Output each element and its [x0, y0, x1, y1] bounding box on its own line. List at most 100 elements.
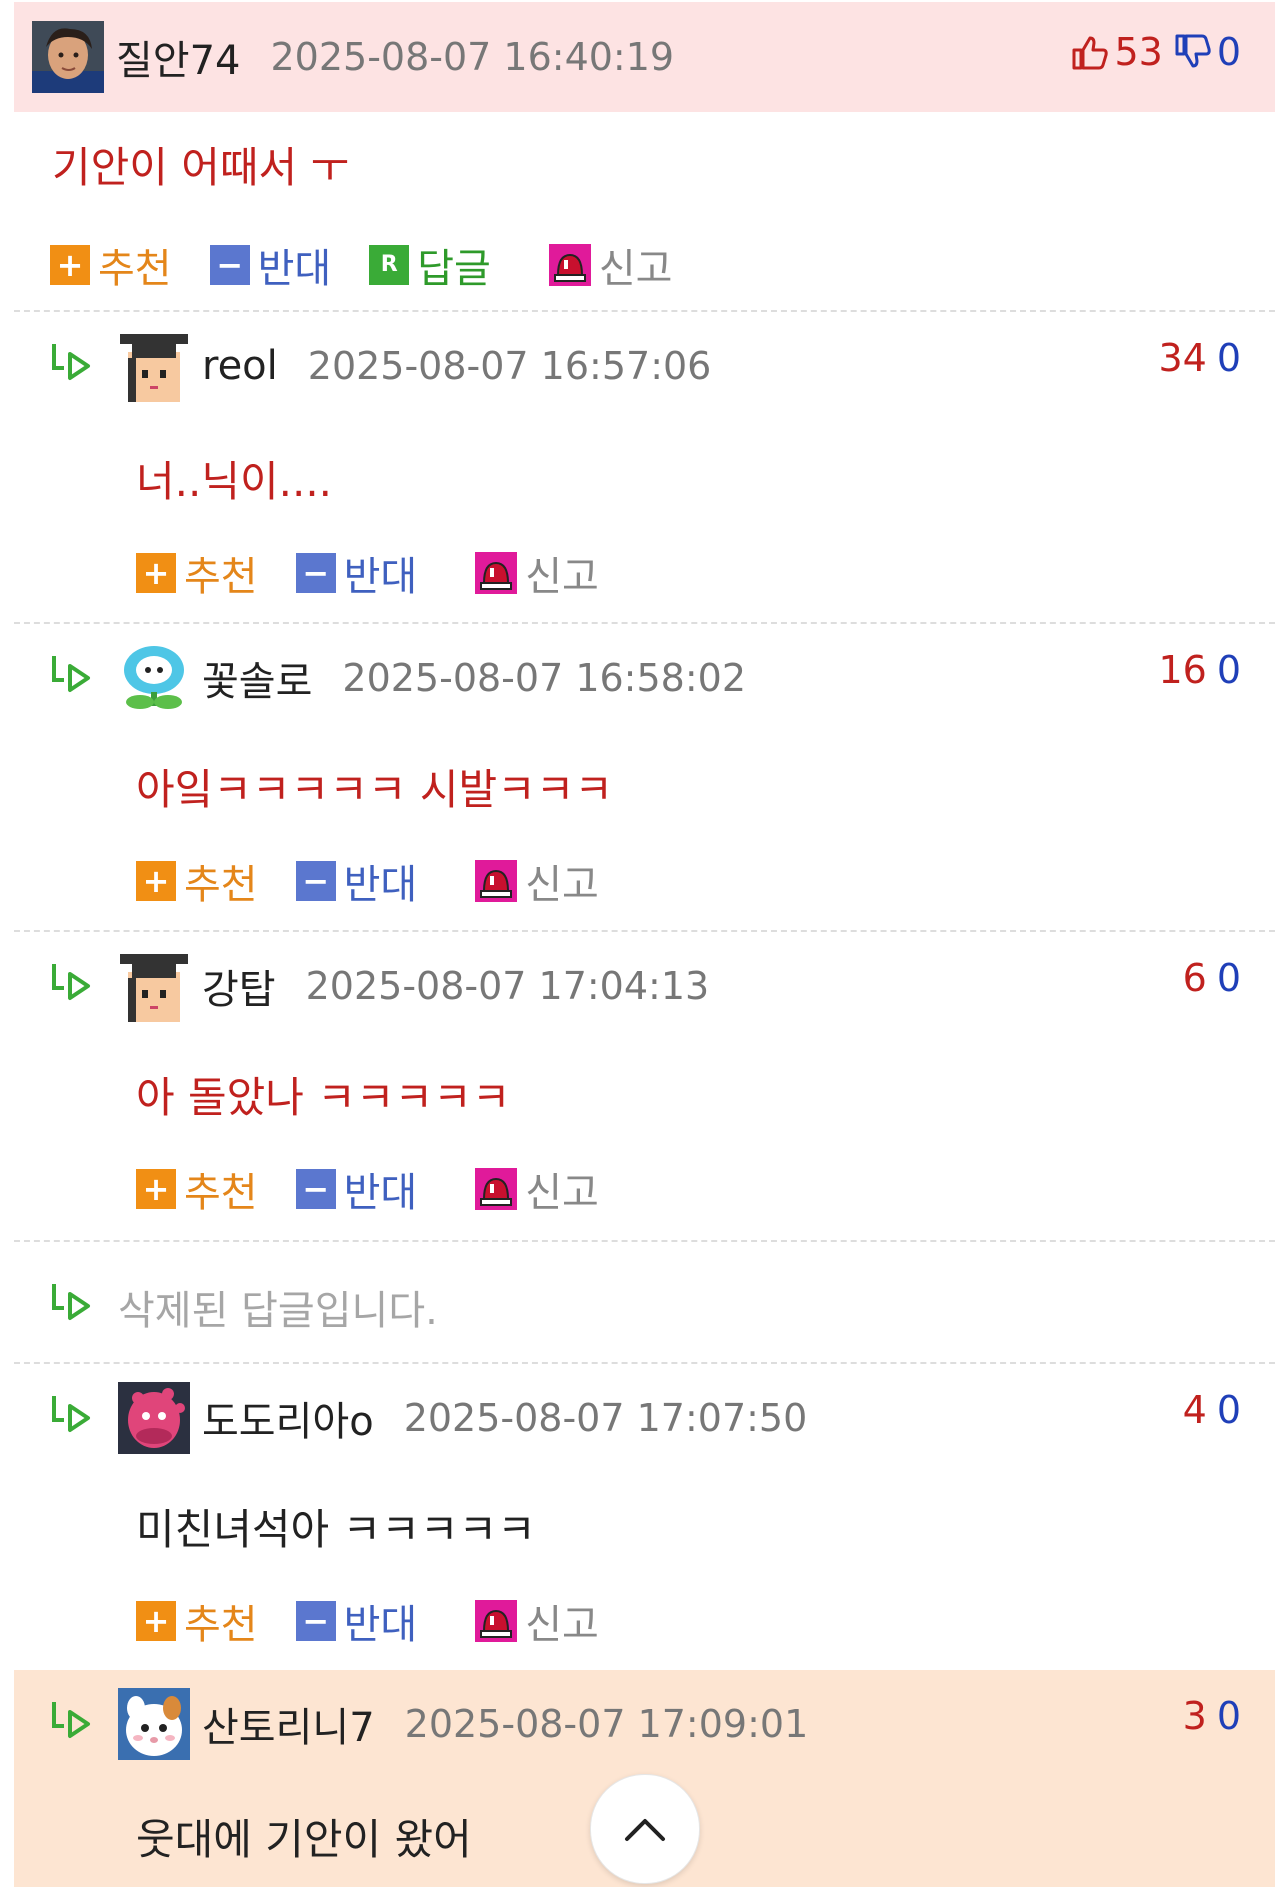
downvote-count: 0 — [1216, 1694, 1241, 1738]
author-name[interactable]: 산토리니7 — [202, 1695, 375, 1753]
minus-icon: − — [295, 1169, 336, 1209]
downvote-count: 0 — [1216, 1388, 1241, 1432]
comment-actions: + 추천 − 반대 신고 — [136, 1160, 637, 1218]
comment-body: 웃대에 기안이 왔어 — [136, 1815, 472, 1864]
recommend-label: 추천 — [184, 554, 258, 600]
recommend-button[interactable]: + 추천 — [136, 1592, 258, 1650]
recommend-label: 추천 — [184, 862, 258, 908]
comment-body: 기안이 어때서 ㅜ — [52, 143, 350, 192]
siren-icon — [475, 552, 518, 594]
recommend-button[interactable]: + 추천 — [136, 1160, 258, 1218]
siren-icon — [475, 860, 518, 902]
upvote-count: 34 — [1158, 336, 1207, 380]
deleted-reply-text: 삭제된 답글입니다. — [118, 1288, 438, 1334]
vote-counts: 53 0 — [1070, 30, 1241, 74]
oppose-button[interactable]: − 반대 — [209, 236, 331, 294]
vote-counts: 60 — [1183, 956, 1241, 1000]
comment-date: 2025-08-07 16:58:02 — [342, 656, 746, 700]
author-name[interactable]: 강탑 — [202, 957, 276, 1015]
downvote-count: 0 — [1216, 30, 1241, 74]
upvote-count: 4 — [1182, 1388, 1207, 1432]
plus-icon: + — [50, 245, 90, 285]
comment-date: 2025-08-07 17:07:50 — [403, 1396, 808, 1440]
minus-icon: − — [295, 861, 336, 901]
reply-arrow-icon — [48, 1390, 96, 1438]
deleted-reply: 삭제된 답글입니다. — [14, 1242, 1275, 1362]
avatar[interactable] — [32, 21, 104, 93]
report-button[interactable]: 신고 — [475, 1592, 599, 1650]
avatar[interactable] — [118, 1382, 190, 1454]
reply-arrow-icon — [48, 338, 96, 386]
comment-body: 미친녀석아 ㅋㅋㅋㅋㅋ — [136, 1505, 536, 1554]
recommend-label: 추천 — [184, 1170, 258, 1216]
reply-item: 꽃솔로 2025-08-07 16:58:02 16 0 아잌ㅋㅋㅋㅋㅋ 시발ㅋㅋ… — [14, 624, 1275, 930]
reply-icon: R — [369, 245, 410, 285]
recommend-button[interactable]: + 추천 — [136, 544, 258, 602]
vote-counts: 16 0 — [1158, 648, 1241, 692]
report-button[interactable]: 신고 — [475, 1160, 599, 1218]
oppose-label: 반대 — [343, 1602, 418, 1648]
oppose-button[interactable]: − 반대 — [295, 544, 418, 602]
downvote-count: 0 — [1216, 336, 1241, 380]
plus-icon: + — [136, 1169, 176, 1209]
comment-actions: + 추천 − 반대 신고 — [136, 1592, 637, 1650]
reply-arrow-icon — [48, 1696, 96, 1744]
reply-arrow-icon — [48, 1278, 96, 1326]
vote-counts: 30 — [1183, 1694, 1241, 1738]
reply-arrow-icon — [48, 958, 96, 1006]
avatar[interactable] — [118, 950, 190, 1022]
author-name[interactable]: reol — [202, 343, 278, 389]
comment-actions: + 추천 − 반대 신고 — [136, 852, 637, 910]
comment-date: 2025-08-07 17:04:13 — [305, 964, 710, 1008]
upvote-count: 16 — [1158, 648, 1207, 692]
oppose-button[interactable]: − 반대 — [295, 852, 418, 910]
comment-body: 너..닉이.... — [136, 457, 333, 506]
recommend-button[interactable]: + 추천 — [136, 852, 258, 910]
thumb-down-icon[interactable] — [1173, 32, 1213, 72]
report-label: 신고 — [598, 246, 673, 292]
minus-icon: − — [295, 553, 336, 593]
upvote-count: 3 — [1182, 1694, 1207, 1738]
author-name[interactable]: 질안74 — [116, 28, 241, 86]
report-button[interactable]: 신고 — [548, 236, 673, 294]
siren-icon — [475, 1600, 518, 1642]
plus-icon: + — [136, 861, 176, 901]
siren-icon — [475, 1168, 518, 1210]
upvote-count: 6 — [1182, 956, 1207, 1000]
recommend-label: 추천 — [98, 246, 172, 292]
author-name[interactable]: 도도리아o — [202, 1389, 374, 1447]
oppose-button[interactable]: − 반대 — [295, 1160, 418, 1218]
oppose-button[interactable]: − 반대 — [295, 1592, 418, 1650]
siren-icon — [548, 244, 591, 286]
comment-list: 질안74 2025-08-07 16:40:19 53 0 기안이 어때서 ㅜ … — [0, 0, 1287, 1887]
report-button[interactable]: 신고 — [475, 544, 599, 602]
reply-item: 도도리아o 2025-08-07 17:07:50 40 미친녀석아 ㅋㅋㅋㅋㅋ… — [14, 1364, 1275, 1670]
reply-label: 답글 — [417, 246, 491, 292]
chevron-up-icon — [623, 1815, 667, 1843]
vote-counts: 34 0 — [1158, 336, 1241, 380]
vote-counts: 40 — [1183, 1388, 1241, 1432]
avatar[interactable] — [118, 642, 190, 714]
comment-date: 2025-08-07 16:40:19 — [270, 35, 675, 79]
author-name[interactable]: 꽃솔로 — [202, 649, 312, 707]
avatar[interactable] — [118, 1688, 190, 1760]
thumb-up-icon[interactable] — [1070, 32, 1110, 72]
avatar[interactable] — [118, 330, 190, 402]
comment-actions: + 추천 − 반대 R 답글 신고 — [50, 236, 710, 294]
oppose-label: 반대 — [343, 1170, 418, 1216]
report-label: 신고 — [525, 862, 599, 908]
oppose-label: 반대 — [343, 862, 418, 908]
comment-body: 아 돌았나 ㅋㅋㅋㅋㅋ — [136, 1073, 511, 1122]
reply-item: 강탑 2025-08-07 17:04:13 60 아 돌았나 ㅋㅋㅋㅋㅋ + 추… — [14, 932, 1275, 1240]
recommend-button[interactable]: + 추천 — [50, 236, 172, 294]
reply-button[interactable]: R 답글 — [369, 236, 491, 294]
report-label: 신고 — [525, 1170, 599, 1216]
comment-body: 아잌ㅋㅋㅋㅋㅋ 시발ㅋㅋㅋ — [136, 765, 614, 814]
oppose-label: 반대 — [343, 554, 418, 600]
downvote-count: 0 — [1216, 956, 1241, 1000]
report-label: 신고 — [525, 554, 599, 600]
plus-icon: + — [136, 553, 176, 593]
scroll-top-button[interactable] — [590, 1774, 700, 1884]
recommend-label: 추천 — [184, 1602, 258, 1648]
report-button[interactable]: 신고 — [475, 852, 599, 910]
